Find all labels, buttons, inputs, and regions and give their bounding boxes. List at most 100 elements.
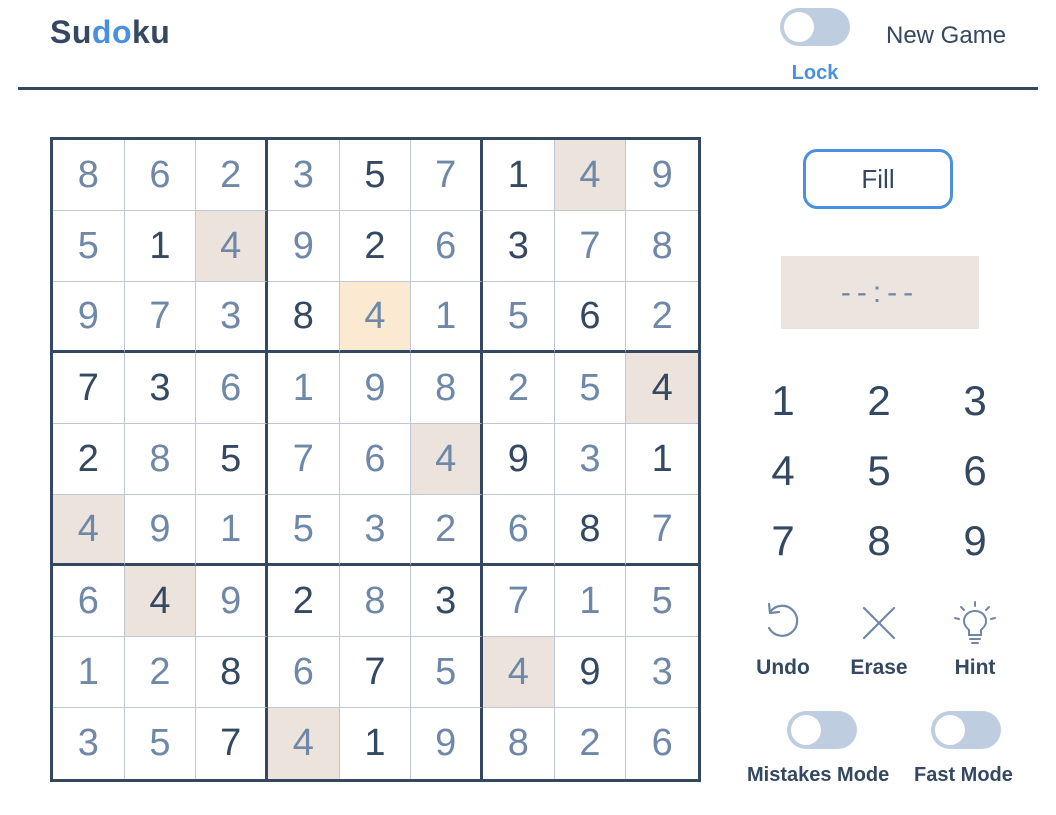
board-cell[interactable]: 9 — [554, 637, 627, 708]
board-cell[interactable]: 2 — [124, 637, 197, 708]
board-cell[interactable]: 5 — [554, 353, 627, 424]
board-cell[interactable]: 5 — [125, 708, 197, 779]
board-cell[interactable]: 3 — [411, 566, 483, 637]
number-button-2[interactable]: 2 — [831, 366, 927, 436]
board-cell[interactable]: 9 — [626, 140, 698, 211]
board-cell[interactable]: 7 — [482, 566, 555, 637]
board-cell[interactable]: 6 — [626, 708, 698, 779]
board-cell[interactable]: 9 — [339, 353, 412, 424]
board-cell[interactable]: 9 — [411, 708, 483, 779]
board-cell[interactable]: 1 — [124, 211, 197, 282]
board-cell[interactable]: 5 — [267, 495, 340, 566]
board-cell[interactable]: 5 — [339, 140, 412, 211]
new-game-button[interactable]: New Game — [886, 22, 1006, 50]
board-cell[interactable]: 3 — [53, 708, 125, 779]
board-cell[interactable]: 9 — [124, 495, 197, 566]
board-cell[interactable]: 3 — [267, 140, 340, 211]
board-cell[interactable]: 4 — [339, 282, 412, 353]
board-cell[interactable]: 8 — [483, 708, 555, 779]
board-cell[interactable]: 2 — [626, 282, 698, 353]
board-cell[interactable]: 8 — [267, 282, 340, 353]
board-cell[interactable]: 2 — [267, 566, 340, 637]
board-cell[interactable]: 4 — [124, 566, 197, 637]
number-button-8[interactable]: 8 — [831, 506, 927, 576]
number-button-3[interactable]: 3 — [927, 366, 1023, 436]
number-button-6[interactable]: 6 — [927, 436, 1023, 506]
board-cell[interactable]: 2 — [555, 708, 627, 779]
number-button-1[interactable]: 1 — [735, 366, 831, 436]
board-cell[interactable]: 2 — [482, 353, 555, 424]
board-cell[interactable]: 1 — [482, 140, 555, 211]
board-cell[interactable]: 7 — [339, 637, 412, 708]
board-cell[interactable]: 6 — [124, 140, 197, 211]
board-cell[interactable]: 4 — [554, 140, 627, 211]
board-cell[interactable]: 6 — [339, 424, 412, 495]
board-cell[interactable]: 2 — [196, 140, 268, 211]
board-cell[interactable]: 5 — [53, 211, 125, 282]
board-cell[interactable]: 7 — [267, 424, 340, 495]
board-cell[interactable]: 5 — [196, 424, 268, 495]
hint-button[interactable]: Hint — [930, 600, 1020, 680]
board-cell[interactable]: 4 — [626, 353, 698, 424]
number-button-7[interactable]: 7 — [735, 506, 831, 576]
mistakes-mode-toggle[interactable] — [787, 711, 857, 749]
board-cell[interactable]: 5 — [411, 637, 483, 708]
board-cell[interactable]: 3 — [554, 424, 627, 495]
board-cell[interactable]: 2 — [53, 424, 125, 495]
board-cell[interactable]: 8 — [626, 211, 698, 282]
board-cell[interactable]: 5 — [626, 566, 698, 637]
number-button-4[interactable]: 4 — [735, 436, 831, 506]
board-cell[interactable]: 1 — [411, 282, 483, 353]
board-cell[interactable]: 7 — [411, 140, 483, 211]
board-cell[interactable]: 7 — [124, 282, 197, 353]
number-button-9[interactable]: 9 — [927, 506, 1023, 576]
board-cell[interactable]: 3 — [124, 353, 197, 424]
board-cell[interactable]: 1 — [626, 424, 698, 495]
board-cell[interactable]: 1 — [267, 353, 340, 424]
number-button-5[interactable]: 5 — [831, 436, 927, 506]
board-cell[interactable]: 6 — [554, 282, 627, 353]
board-cell[interactable]: 8 — [339, 566, 412, 637]
board-cell[interactable]: 7 — [554, 211, 627, 282]
board-cell[interactable]: 4 — [196, 211, 268, 282]
erase-button[interactable]: Erase — [834, 600, 924, 680]
fast-mode-toggle[interactable] — [931, 711, 1001, 749]
board-cell[interactable]: 1 — [554, 566, 627, 637]
board-cell[interactable]: 7 — [196, 708, 268, 779]
lock-toggle[interactable] — [780, 8, 850, 46]
board-cell[interactable]: 9 — [53, 282, 125, 353]
board-cell[interactable]: 2 — [339, 211, 412, 282]
board-cell[interactable]: 3 — [339, 495, 412, 566]
undo-button[interactable]: Undo — [738, 600, 828, 680]
board-cell[interactable]: 3 — [196, 282, 268, 353]
board-cell[interactable]: 9 — [482, 424, 555, 495]
board-cell[interactable]: 5 — [482, 282, 555, 353]
board-cell[interactable]: 4 — [267, 708, 340, 779]
board-cell[interactable]: 8 — [124, 424, 197, 495]
board-cell[interactable]: 1 — [196, 495, 268, 566]
board-cell[interactable]: 3 — [626, 637, 698, 708]
fast-mode-toggle-knob — [935, 715, 965, 745]
board-cell[interactable]: 7 — [53, 353, 125, 424]
board-cell[interactable]: 8 — [196, 637, 268, 708]
board-cell[interactable]: 4 — [411, 424, 483, 495]
fill-button[interactable]: Fill — [803, 149, 953, 209]
board-cell[interactable]: 1 — [53, 637, 125, 708]
board-cell[interactable]: 8 — [411, 353, 483, 424]
board-cell[interactable]: 9 — [196, 566, 268, 637]
board-cell[interactable]: 6 — [53, 566, 125, 637]
board-cell[interactable]: 3 — [482, 211, 555, 282]
board-cell[interactable]: 9 — [267, 211, 340, 282]
board-cell[interactable]: 2 — [411, 495, 483, 566]
board-cell[interactable]: 6 — [411, 211, 483, 282]
board-cell[interactable]: 6 — [482, 495, 555, 566]
board-cell[interactable]: 6 — [196, 353, 268, 424]
board-cell[interactable]: 6 — [267, 637, 340, 708]
board-cell[interactable]: 4 — [53, 495, 125, 566]
board-cell[interactable]: 1 — [340, 708, 412, 779]
board-cell[interactable]: 8 — [53, 140, 125, 211]
logo-text-part2: do — [91, 14, 132, 50]
board-cell[interactable]: 4 — [482, 637, 555, 708]
board-cell[interactable]: 8 — [554, 495, 627, 566]
board-cell[interactable]: 7 — [626, 495, 698, 566]
